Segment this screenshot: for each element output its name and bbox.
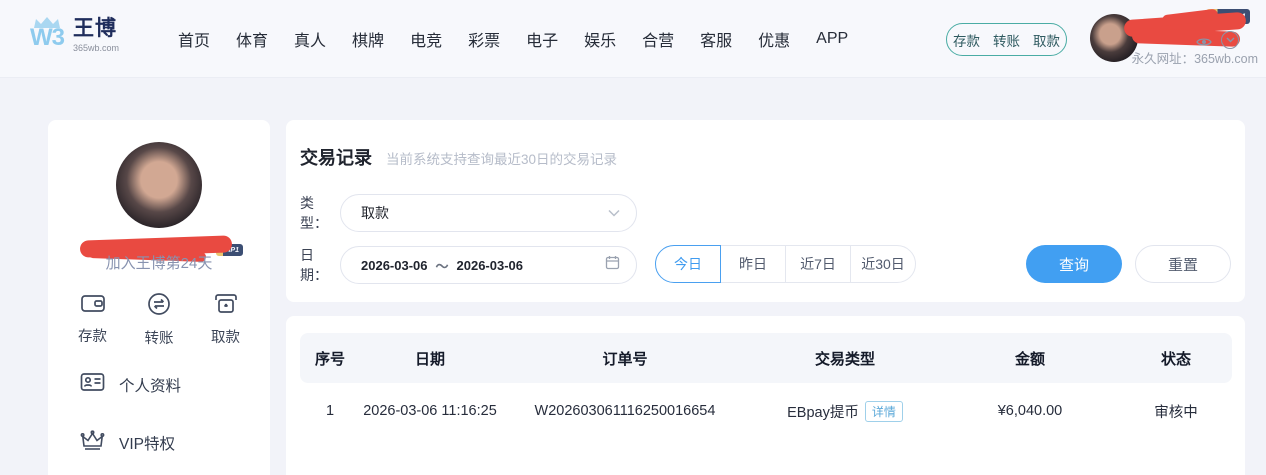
top-header: W3 王博 365wb.com 首页 体育 真人 棋牌 电竞 彩票 电子 娱乐 … <box>0 0 1266 78</box>
calendar-icon <box>605 255 620 275</box>
page-title: 交易记录 <box>300 144 372 170</box>
reset-button[interactable]: 重置 <box>1135 245 1231 283</box>
sidebar-deposit-button[interactable]: 存款 <box>78 292 107 348</box>
search-button[interactable]: 查询 <box>1026 245 1122 283</box>
chevron-down-icon[interactable] <box>1221 31 1239 49</box>
nav-entertainment[interactable]: 娱乐 <box>584 27 616 51</box>
transfer-button[interactable]: 转账 <box>993 30 1020 50</box>
atm-icon <box>213 292 239 320</box>
permanent-url: 永久网址：365wb.com <box>1132 48 1258 67</box>
nav-home[interactable]: 首页 <box>178 27 210 51</box>
brand-logo[interactable]: W3 王博 365wb.com <box>30 12 119 53</box>
nav-lottery[interactable]: 彩票 <box>468 27 500 51</box>
sidebar-quick-actions: 存款 转账 取款 <box>48 292 270 348</box>
brand-name: 王博 <box>73 12 119 42</box>
range-30days-button[interactable]: 近30日 <box>850 245 916 283</box>
detail-tag-button[interactable]: 详情 <box>865 401 903 422</box>
status-badge[interactable]: 审核中 <box>1120 401 1232 422</box>
cell-type: EBpay提币 详情 <box>750 401 940 422</box>
atm-icon-button[interactable]: 取款 <box>211 292 240 348</box>
type-select-value: 取款 <box>361 203 608 223</box>
nav-promo[interactable]: 优惠 <box>758 27 790 51</box>
transaction-type-text: EBpay提币 <box>787 401 859 422</box>
table-row: 1 2026-03-06 11:16:25 W20260306111625001… <box>300 383 1232 439</box>
nav-chess[interactable]: 棋牌 <box>352 27 384 51</box>
range-today-button[interactable]: 今日 <box>655 245 721 283</box>
date-end-value: 2026-03-06 <box>457 258 524 273</box>
wallet-icon <box>80 292 106 319</box>
col-date: 日期 <box>360 348 500 369</box>
id-card-icon <box>80 372 105 397</box>
page: W3 王博 365wb.com 首页 体育 真人 棋牌 电竞 彩票 电子 娱乐 … <box>0 0 1266 475</box>
nav-service[interactable]: 客服 <box>700 27 732 51</box>
nav-affiliate[interactable]: 合营 <box>642 27 674 51</box>
cell-date: 2026-03-06 11:16:25 <box>360 403 500 419</box>
logo-crown-icon: W3 <box>30 16 64 50</box>
cell-order-no: W202603061116250016654 <box>500 403 750 419</box>
col-index: 序号 <box>300 348 360 369</box>
join-days-text: 加入王博第24天 <box>48 252 270 273</box>
nav-live[interactable]: 真人 <box>294 27 326 51</box>
nav-app[interactable]: APP <box>816 30 848 48</box>
main-nav: 首页 体育 真人 棋牌 电竞 彩票 电子 娱乐 合营 客服 优惠 APP <box>178 0 848 78</box>
logo-mark-text: W3 <box>30 26 64 50</box>
nav-slots[interactable]: 电子 <box>526 27 558 51</box>
date-range-input[interactable]: 2026-03-06 ～ 2026-03-06 <box>340 246 637 284</box>
date-start-value: 2026-03-06 <box>361 258 428 273</box>
col-status: 状态 <box>1120 348 1232 369</box>
range-yesterday-button[interactable]: 昨日 <box>720 245 786 283</box>
nav-esports[interactable]: 电竞 <box>410 27 442 51</box>
nav-sports[interactable]: 体育 <box>236 27 268 51</box>
type-select[interactable]: 取款 <box>340 194 637 232</box>
wallet-actions-pill: 存款 转账 取款 <box>946 23 1067 56</box>
cell-amount: ¥6,040.00 <box>940 403 1120 419</box>
sidebar-item-vip[interactable]: VIP特权 <box>80 430 175 456</box>
col-order-no: 订单号 <box>500 348 750 369</box>
page-subtitle: 当前系统支持查询最近30日的交易记录 <box>386 148 617 168</box>
crown-icon <box>80 430 105 456</box>
transfer-icon <box>147 292 171 321</box>
chevron-down-icon <box>608 204 620 222</box>
avatar <box>116 142 202 228</box>
deposit-button[interactable]: 存款 <box>953 30 980 50</box>
transaction-filter-panel: 交易记录 当前系统支持查询最近30日的交易记录 类型： 取款 日期： 2026-… <box>286 120 1245 302</box>
profile-sidebar: VIP1 加入王博第24天 存款 转账 <box>48 120 270 475</box>
withdraw-button[interactable]: 取款 <box>1033 30 1060 50</box>
cell-index: 1 <box>300 403 360 419</box>
quick-range-group: 今日 昨日 近7日 近30日 <box>655 245 916 283</box>
date-filter-label: 日期： <box>300 245 340 285</box>
col-amount: 金额 <box>940 348 1120 369</box>
table-header-row: 序号 日期 订单号 交易类型 金额 状态 <box>300 333 1232 383</box>
sidebar-item-profile[interactable]: 个人资料 <box>80 372 181 397</box>
date-separator: ～ <box>436 256 449 275</box>
type-filter-label: 类型： <box>300 193 340 233</box>
range-7days-button[interactable]: 近7日 <box>785 245 851 283</box>
sidebar-transfer-button[interactable]: 转账 <box>145 292 174 348</box>
brand-domain: 365wb.com <box>73 43 119 53</box>
col-type: 交易类型 <box>750 348 940 369</box>
transaction-table-panel: 序号 日期 订单号 交易类型 金额 状态 1 2026-03-06 11:16:… <box>286 316 1245 475</box>
